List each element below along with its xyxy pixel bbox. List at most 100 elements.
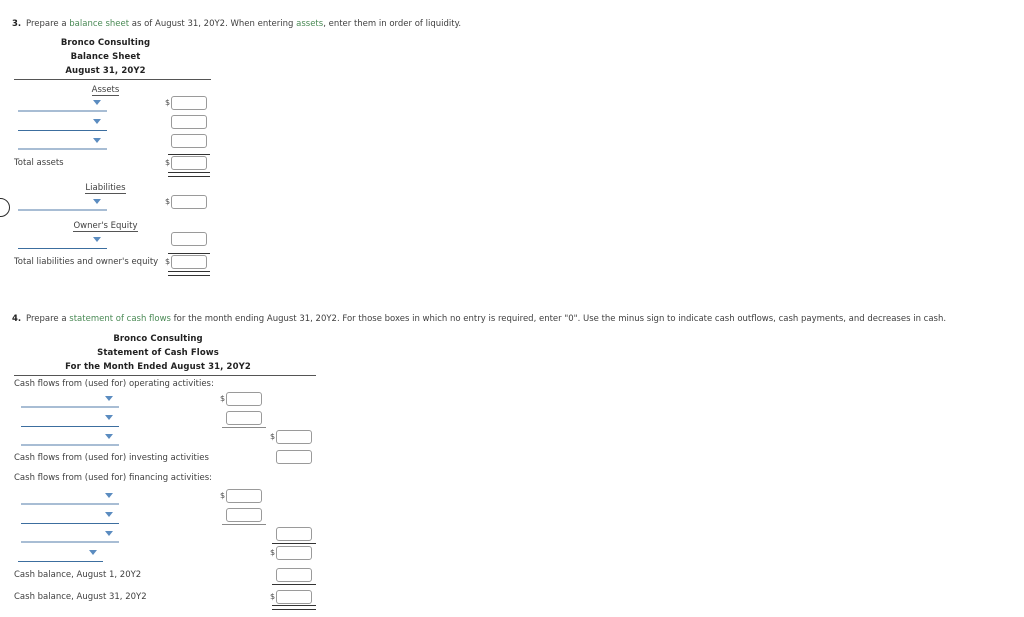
asset-account-select-1[interactable] xyxy=(18,98,107,112)
financing-amount-input-1[interactable] xyxy=(226,489,262,503)
net-change-input[interactable] xyxy=(276,546,312,560)
question-3-term-balance-sheet: balance sheet xyxy=(69,19,130,29)
dollar-sign: $ xyxy=(220,491,226,500)
total-assets-row: Total assets $ xyxy=(0,154,240,177)
chevron-down-icon xyxy=(105,434,113,439)
balance-sheet-statement: Bronco Consulting Balance Sheet August 3… xyxy=(0,36,240,277)
financing-net-input[interactable] xyxy=(276,527,312,541)
chevron-down-icon xyxy=(93,237,101,242)
asset-amount-input-1[interactable] xyxy=(171,96,207,110)
investing-amount-input[interactable] xyxy=(276,450,312,464)
chevron-down-icon xyxy=(89,550,97,555)
question-4-text-prefix: Prepare a xyxy=(26,314,70,324)
operating-account-select-1[interactable] xyxy=(21,394,119,408)
asset-amount-input-2[interactable] xyxy=(171,115,207,129)
ending-cash-balance-input[interactable] xyxy=(276,590,312,604)
financing-account-select-3[interactable] xyxy=(21,529,119,543)
asset-account-select-3[interactable] xyxy=(18,136,107,150)
asset-row-3 xyxy=(0,132,240,154)
question-3-text-suffix: , enter them in order of liquidity. xyxy=(323,19,462,29)
equity-amount-cell-1 xyxy=(165,230,213,252)
question-3-text-prefix: Prepare a xyxy=(26,19,70,29)
chevron-down-icon xyxy=(105,415,113,420)
dollar-sign: $ xyxy=(220,394,226,403)
total-liabilities-equity-row: Total liabilities and owner's equity $ xyxy=(0,253,240,277)
dollar-sign: $ xyxy=(165,257,171,266)
ending-cash-rule-top xyxy=(272,584,316,585)
balance-sheet-date: August 31, 20Y2 xyxy=(65,66,146,76)
question-3-prompt: 3. Prepare a balance sheet as of August 3… xyxy=(0,18,461,30)
chevron-down-icon xyxy=(105,493,113,498)
asset-amount-input-3[interactable] xyxy=(171,134,207,148)
chevron-down-icon xyxy=(93,100,101,105)
operating-net-cell: $ xyxy=(270,428,318,450)
total-liabilities-equity-label: Total liabilities and owner's equity xyxy=(14,257,159,267)
operating-activities-label: Cash flows from (used for) operating act… xyxy=(14,379,214,389)
equity-account-select-1[interactable] xyxy=(18,235,107,249)
balance-sheet-header-rule xyxy=(14,79,211,80)
ending-cash-balance-label: Cash balance, August 31, 20Y2 xyxy=(14,592,147,602)
operating-net-input[interactable] xyxy=(276,430,312,444)
asset-amount-cell-3 xyxy=(165,132,213,154)
question-3-term-assets: assets xyxy=(296,19,324,29)
operating-amount-input-1[interactable] xyxy=(226,392,262,406)
equity-row-1 xyxy=(0,230,240,253)
beginning-cash-balance-row: Cash balance, August 1, 20Y2 xyxy=(0,567,340,589)
cash-flows-date: For the Month Ended August 31, 20Y2 xyxy=(65,362,251,372)
total-assets-rule-double xyxy=(168,172,210,177)
dollar-sign: $ xyxy=(165,158,171,167)
beginning-cash-balance-input[interactable] xyxy=(276,568,312,582)
operating-account-select-3[interactable] xyxy=(21,432,119,446)
dollar-sign: $ xyxy=(165,98,171,107)
financing-subtotal-rule xyxy=(222,524,266,525)
balance-sheet-company: Bronco Consulting xyxy=(60,38,151,48)
total-assets-label: Total assets xyxy=(14,158,64,168)
net-change-select[interactable] xyxy=(18,548,103,562)
liability-account-select-1[interactable] xyxy=(18,197,107,211)
operating-subtotal-rule xyxy=(222,427,266,428)
chevron-down-icon xyxy=(105,396,113,401)
net-change-row: $ xyxy=(0,546,340,567)
chevron-down-icon xyxy=(93,138,101,143)
financing-amount-input-2[interactable] xyxy=(226,508,262,522)
operating-amount-input-2[interactable] xyxy=(226,411,262,425)
beginning-cash-balance-label: Cash balance, August 1, 20Y2 xyxy=(14,570,142,580)
total-liab-equity-rule-double xyxy=(168,271,210,276)
total-liabilities-equity-input[interactable] xyxy=(171,255,207,269)
financing-row-1: $ xyxy=(0,489,340,508)
question-4-prompt: 4. Prepare a statement of cash flows for … xyxy=(0,313,946,325)
operating-account-select-2[interactable] xyxy=(21,413,119,427)
chevron-down-icon xyxy=(105,531,113,536)
financing-activities-label: Cash flows from (used for) financing act… xyxy=(14,473,212,483)
investing-amount-cell xyxy=(270,448,318,470)
total-assets-input[interactable] xyxy=(171,156,207,170)
ending-cash-balance-row: Cash balance, August 31, 20Y2 $ xyxy=(0,589,340,613)
asset-account-select-2[interactable] xyxy=(18,117,107,131)
financing-account-select-1[interactable] xyxy=(21,491,119,505)
chevron-down-icon xyxy=(93,199,101,204)
dollar-sign: $ xyxy=(270,592,276,601)
question-4-number: 4. xyxy=(12,314,22,324)
balance-sheet-title: Balance Sheet xyxy=(70,52,141,62)
chevron-down-icon xyxy=(93,119,101,124)
operating-activities-row: Cash flows from (used for) operating act… xyxy=(0,376,340,393)
investing-activities-row: Cash flows from (used for) investing act… xyxy=(0,450,340,472)
cash-flows-statement: Bronco Consulting Statement of Cash Flow… xyxy=(0,332,340,613)
question-4-text-mid: for the month ending August 31, 20Y2. Fo… xyxy=(170,314,947,324)
liability-amount-input-1[interactable] xyxy=(171,195,207,209)
dollar-sign: $ xyxy=(270,548,276,557)
chevron-down-icon xyxy=(105,512,113,517)
dollar-sign: $ xyxy=(270,432,276,441)
question-4-term-statement-of-cash-flows: statement of cash flows xyxy=(69,314,171,324)
question-3-text-mid: as of August 31, 20Y2. When entering xyxy=(129,19,297,29)
question-3-number: 3. xyxy=(12,19,22,29)
cash-flows-title: Statement of Cash Flows xyxy=(97,348,219,358)
cash-flows-company: Bronco Consulting xyxy=(113,334,203,344)
financing-activities-row: Cash flows from (used for) financing act… xyxy=(0,472,340,489)
operating-row-1: $ xyxy=(0,392,340,412)
financing-account-select-2[interactable] xyxy=(21,510,119,524)
net-change-cell: $ xyxy=(270,544,318,566)
investing-activities-label: Cash flows from (used for) investing act… xyxy=(14,453,209,463)
liability-row-1: $ xyxy=(0,195,240,215)
equity-amount-input-1[interactable] xyxy=(171,232,207,246)
